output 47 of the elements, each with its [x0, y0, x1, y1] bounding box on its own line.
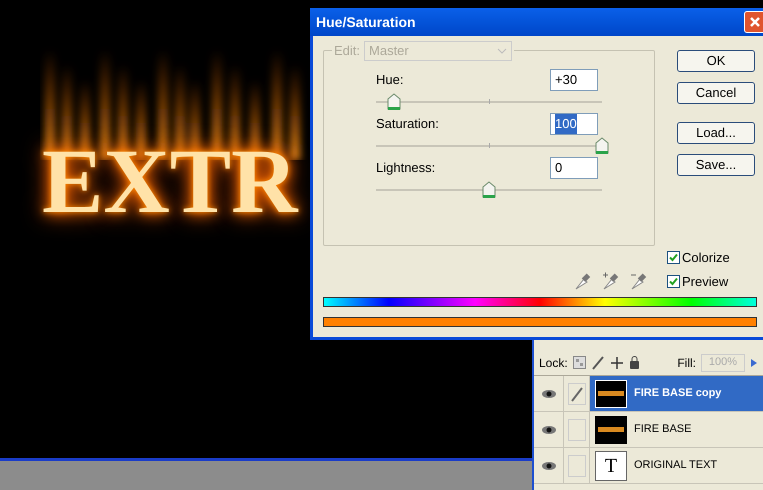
brush-icon[interactable] [590, 356, 605, 370]
value-field[interactable]: 0 [550, 157, 598, 179]
layer-row[interactable]: T ORIGINAL TEXT [534, 448, 763, 484]
layer-thumbnail [595, 380, 627, 408]
window-title: Hue/Saturation [316, 12, 416, 32]
transparency-lock-icon[interactable] [572, 356, 586, 369]
fill-label: Fill: [677, 354, 696, 372]
checkbox[interactable] [667, 251, 680, 264]
arrow-icon[interactable] [750, 358, 758, 368]
canvas-text: EXTR [42, 135, 298, 227]
slider-thumb[interactable] [595, 137, 609, 155]
eyedropper-icon[interactable] [629, 271, 647, 291]
checkbox-label: Preview [682, 272, 728, 290]
close-icon [749, 16, 761, 28]
lock-icon[interactable] [628, 356, 640, 369]
layer-name: ORIGINAL TEXT [634, 458, 718, 474]
layer-thumbnail [595, 416, 627, 444]
eye-icon[interactable] [540, 388, 556, 398]
lock-label: Lock: [539, 354, 568, 372]
value-field[interactable]: 100 [550, 113, 598, 135]
layer-name: FIRE BASE copy [634, 386, 722, 402]
slider-label: Hue: [376, 71, 404, 90]
slider-thumb[interactable] [387, 93, 402, 111]
slider-thumb[interactable] [482, 181, 496, 199]
brush-icon [570, 386, 584, 402]
text-layer-thumbnail: T [595, 450, 627, 480]
dialog-button[interactable]: Load... [677, 122, 755, 144]
checkbox-label: Colorize [682, 249, 730, 267]
value-field[interactable]: +30 [550, 69, 598, 91]
close-button[interactable] [744, 11, 763, 33]
link-box[interactable] [568, 382, 586, 404]
dialog-button[interactable]: OK [677, 50, 755, 72]
eye-icon[interactable] [540, 424, 556, 434]
eyedropper-icon[interactable] [601, 271, 619, 291]
move-icon[interactable] [610, 356, 624, 370]
checkbox[interactable] [667, 274, 680, 288]
dialog-button[interactable]: Cancel [677, 82, 755, 104]
layer-row[interactable]: FIRE BASE copy [534, 376, 763, 412]
layer-name: FIRE BASE [634, 422, 692, 438]
edit-label: Edit: [334, 42, 360, 60]
slider-label: Saturation: [376, 115, 439, 134]
eyedropper-icon[interactable] [573, 271, 591, 291]
layer-row[interactable]: FIRE BASE [534, 412, 763, 448]
eye-icon[interactable] [540, 460, 556, 470]
caret-icon [497, 48, 508, 54]
slider-label: Lightness: [376, 159, 436, 178]
dialog-button[interactable]: Save... [677, 154, 755, 176]
